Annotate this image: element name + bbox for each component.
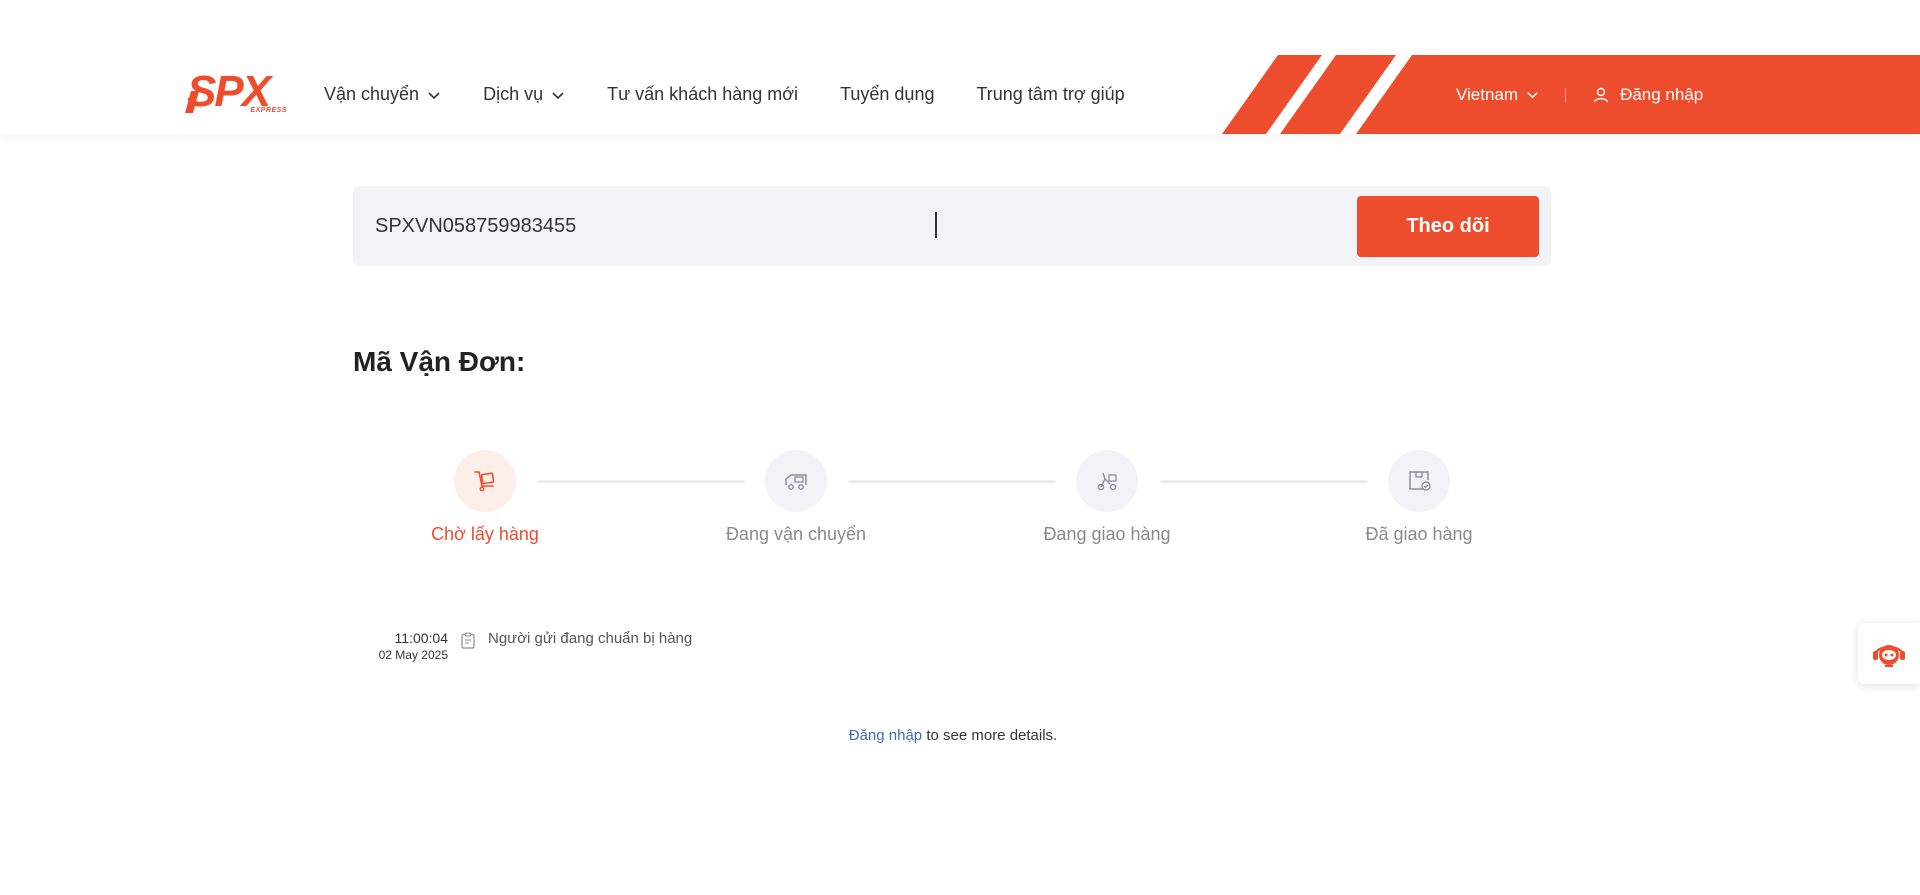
step-circle: [454, 450, 516, 512]
language-label: Vietnam: [1456, 84, 1519, 104]
nav-item-label: Tuyển dụng: [840, 84, 935, 104]
step-label: Chờ lấy hàng: [431, 524, 539, 544]
tracking-number-input[interactable]: [365, 198, 1305, 254]
divider: [1565, 87, 1567, 102]
logo-subtext: EXPRESS: [250, 107, 287, 114]
step-circle: [1388, 450, 1450, 512]
cart-icon: [474, 471, 495, 492]
nav-item-new-customer[interactable]: Tư vấn khách hàng mới: [607, 84, 798, 105]
main-nav: Vận chuyển Dịch vụ Tư vấn khách hàng mới…: [324, 55, 1167, 134]
shipment-progress: Chờ lấy hàng Đang vận chuyển Đang giao h…: [353, 450, 1551, 550]
nav-item-label: Trung tâm trợ giúp: [976, 84, 1125, 104]
event-date: 02 May 2025: [378, 648, 448, 662]
more-details-note: Đăng nhập to see more details.: [0, 727, 1906, 744]
scooter-icon: [1097, 472, 1117, 491]
step-delivered: Đã giao hàng: [1329, 450, 1509, 545]
tracking-event: 11:00:04 02 May 2025 Người gửi đang chuẩ…: [353, 630, 953, 670]
text-caret: [935, 212, 937, 238]
login-label: Đăng nhập: [1620, 84, 1704, 104]
tracking-search-box: Theo dõi: [353, 186, 1551, 266]
login-button[interactable]: Đăng nhập: [1592, 85, 1703, 105]
chevron-down-icon: [428, 91, 440, 99]
step-label: Đang giao hàng: [1043, 524, 1171, 544]
user-icon: [1593, 87, 1609, 102]
nav-item-label: Dịch vụ: [483, 84, 544, 104]
step-delivering: Đang giao hàng: [1017, 450, 1197, 545]
event-description: Người gửi đang chuẩn bị hàng: [488, 630, 693, 647]
track-button[interactable]: Theo dõi: [1357, 196, 1539, 257]
event-time: 11:00:04: [394, 630, 448, 646]
nav-item-label: Tư vấn khách hàng mới: [607, 84, 799, 104]
step-label: Đã giao hàng: [1365, 524, 1473, 544]
login-link[interactable]: Đăng nhập: [849, 727, 922, 744]
chevron-down-icon: [1527, 92, 1538, 99]
site-header: SPX EXPRESS Vận chuyển Dịch vụ Tư vấn kh…: [0, 55, 1920, 134]
box-check-icon: [1409, 471, 1431, 491]
waybill-title: Mã Vận Đơn:: [353, 346, 526, 377]
step-label: Đang vận chuyển: [725, 524, 867, 544]
more-details-text: to see more details.: [922, 727, 1058, 744]
nav-item-label: Vận chuyển: [324, 84, 420, 104]
step-waiting-pickup: Chờ lấy hàng: [395, 450, 575, 545]
clipboard-icon: [461, 632, 475, 649]
nav-item-services[interactable]: Dịch vụ: [483, 84, 565, 105]
step-circle: [765, 450, 827, 512]
nav-item-shipping[interactable]: Vận chuyển: [324, 84, 441, 105]
step-in-transit: Đang vận chuyển: [706, 450, 886, 545]
nav-item-careers[interactable]: Tuyển dụng: [840, 84, 934, 105]
nav-item-help-center[interactable]: Trung tâm trợ giúp: [976, 84, 1124, 105]
chevron-down-icon: [552, 91, 564, 99]
header-tools: Vietnam Đăng nhập: [1456, 55, 1703, 134]
spx-logo[interactable]: SPX EXPRESS: [185, 67, 287, 119]
support-bot-icon: [1873, 644, 1905, 667]
language-selector[interactable]: Vietnam: [1456, 85, 1539, 105]
truck-icon: [785, 474, 807, 490]
step-circle: [1076, 450, 1138, 512]
customer-support-button[interactable]: [1858, 623, 1920, 684]
